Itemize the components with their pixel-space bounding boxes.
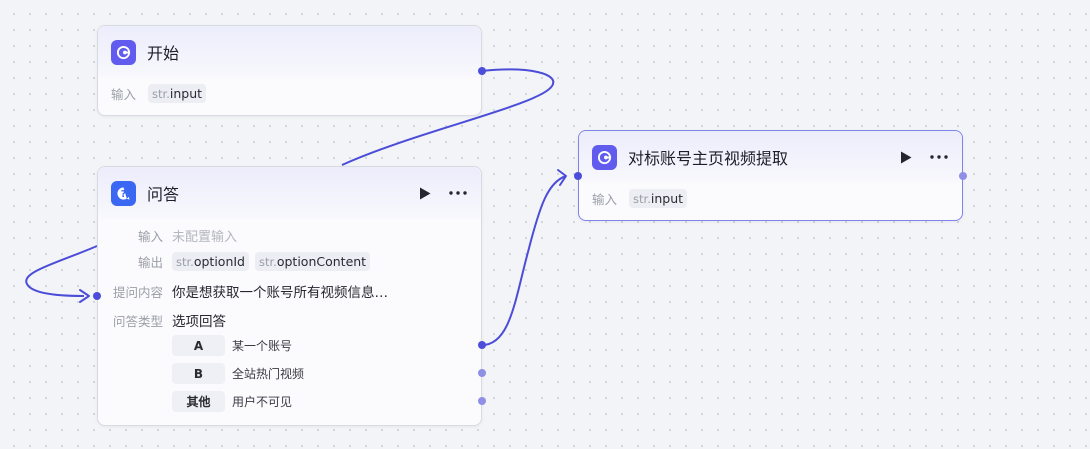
answer-type-label: 问答类型	[112, 313, 163, 329]
wire-loop-to-qa-input[interactable]	[25, 245, 98, 297]
type-prefix: str.	[633, 191, 651, 206]
param-name: optionContent	[276, 254, 367, 269]
plugin-node-icon	[592, 144, 617, 170]
option-row: 其他 用户不可见	[172, 391, 292, 412]
input-label: 输入	[592, 192, 618, 207]
start-node-title: 开始	[147, 44, 180, 63]
start-output-port[interactable]	[478, 67, 486, 75]
input-param-tag: str. input	[629, 189, 688, 208]
input-param-tag: str. input	[148, 84, 207, 103]
extract-node-title: 对标账号主页视频提取	[628, 149, 789, 168]
extract-input-port[interactable]	[574, 172, 582, 180]
option-row: B 全站热门视频	[172, 363, 304, 384]
extract-node[interactable]: 对标账号主页视频提取 输入 str. input	[578, 130, 963, 221]
option-a-output-port[interactable]	[478, 341, 486, 349]
option-row: A 某一个账号	[172, 335, 292, 356]
start-node-header[interactable]: 开始	[98, 26, 481, 78]
output-label: 输出	[137, 255, 163, 270]
type-prefix: str.	[176, 254, 194, 269]
option-other-output-port[interactable]	[478, 397, 486, 405]
param-name: input	[169, 86, 203, 101]
option-text: 全站热门视频	[232, 367, 305, 381]
answer-type-value: 选项回答	[172, 314, 226, 330]
param-name: input	[650, 191, 684, 206]
wire-optionA-to-extract[interactable]	[481, 175, 567, 346]
qa-input-port[interactable]	[93, 292, 101, 300]
more-dots-icon[interactable]	[928, 149, 950, 165]
type-prefix: str.	[259, 254, 277, 269]
input-label: 输入	[111, 87, 137, 102]
qa-node-title: 问答	[147, 185, 180, 204]
output-param-tag: str. optionId	[172, 252, 249, 271]
extract-node-header[interactable]: 对标账号主页视频提取	[579, 131, 962, 183]
param-name: optionId	[193, 254, 245, 269]
output-param-tag: str. optionContent	[255, 252, 371, 271]
svg-text:?: ?	[121, 188, 126, 199]
play-icon[interactable]	[417, 185, 433, 201]
prompt-label: 提问内容	[112, 284, 163, 300]
wire-arrow-head	[79, 289, 90, 303]
play-icon[interactable]	[898, 149, 914, 165]
option-b-output-port[interactable]	[478, 369, 486, 377]
option-text: 用户不可见	[232, 395, 293, 409]
option-key: 其他	[172, 391, 225, 412]
question-node-icon: ?	[111, 180, 136, 206]
start-node-icon	[111, 39, 136, 65]
input-label: 输入	[137, 229, 163, 244]
type-prefix: str.	[152, 86, 170, 101]
more-dots-icon[interactable]	[447, 185, 469, 201]
prompt-value: 你是想获取一个账号所有视频信息…	[172, 285, 388, 301]
option-key: A	[172, 335, 225, 356]
option-key: B	[172, 363, 225, 384]
start-node[interactable]: 开始 输入 str. input	[97, 25, 482, 116]
wire-arrow-head	[557, 169, 567, 186]
qa-node[interactable]: ? 问答 输入 未配置输入 输出 str. optionId str. opti…	[97, 166, 482, 426]
qa-node-header[interactable]: ? 问答	[98, 167, 481, 219]
extract-output-port[interactable]	[959, 172, 967, 180]
option-text: 某一个账号	[232, 339, 293, 353]
input-unconfigured: 未配置输入	[172, 230, 238, 245]
